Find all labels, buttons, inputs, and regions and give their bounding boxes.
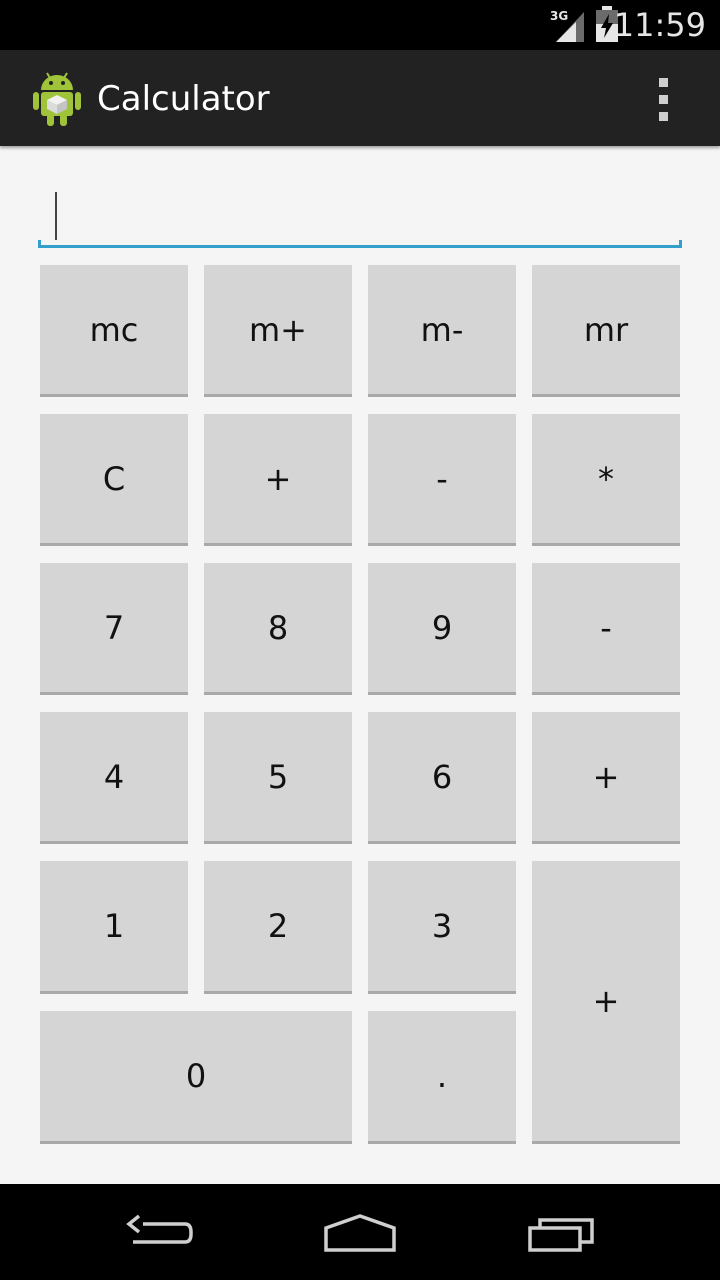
- plus-tall-button[interactable]: +: [532, 861, 680, 1144]
- memory-recall-button[interactable]: mr: [532, 265, 680, 397]
- plus-button[interactable]: +: [532, 712, 680, 844]
- text-cursor: [55, 192, 57, 240]
- network-type: 3G: [550, 9, 568, 23]
- plus-top-button[interactable]: +: [204, 414, 352, 546]
- navigation-bar: [0, 1184, 720, 1280]
- minus-button[interactable]: -: [532, 563, 680, 695]
- digit-4-button[interactable]: 4: [40, 712, 188, 844]
- digit-1-button[interactable]: 1: [40, 861, 188, 994]
- memory-add-button[interactable]: m+: [204, 265, 352, 397]
- android-app-icon: [33, 72, 81, 126]
- digit-6-button[interactable]: 6: [368, 712, 516, 844]
- action-bar: Calculator: [0, 50, 720, 146]
- digit-9-button[interactable]: 9: [368, 563, 516, 695]
- recents-icon[interactable]: [518, 1204, 608, 1260]
- overflow-menu-icon[interactable]: [650, 78, 678, 122]
- minus-top-button[interactable]: -: [368, 414, 516, 546]
- back-icon[interactable]: [115, 1204, 205, 1260]
- app-title: Calculator: [97, 79, 270, 119]
- digit-3-button[interactable]: 3: [368, 861, 516, 994]
- digit-2-button[interactable]: 2: [204, 861, 352, 994]
- digit-7-button[interactable]: 7: [40, 563, 188, 695]
- status-time: 11:59: [613, 6, 706, 44]
- calculator-display[interactable]: [38, 180, 682, 248]
- digit-8-button[interactable]: 8: [204, 563, 352, 695]
- memory-subtract-button[interactable]: m-: [368, 265, 516, 397]
- digit-5-button[interactable]: 5: [204, 712, 352, 844]
- signal-3g-icon: 3G: [550, 9, 584, 42]
- memory-clear-button[interactable]: mc: [40, 265, 188, 397]
- digit-0-button[interactable]: 0: [40, 1011, 352, 1144]
- clear-button[interactable]: C: [40, 414, 188, 546]
- home-icon[interactable]: [316, 1204, 406, 1260]
- multiply-button[interactable]: *: [532, 414, 680, 546]
- display-underline: [38, 240, 682, 248]
- status-bar: 3G 11:59: [0, 0, 720, 50]
- decimal-point-button[interactable]: .: [368, 1011, 516, 1144]
